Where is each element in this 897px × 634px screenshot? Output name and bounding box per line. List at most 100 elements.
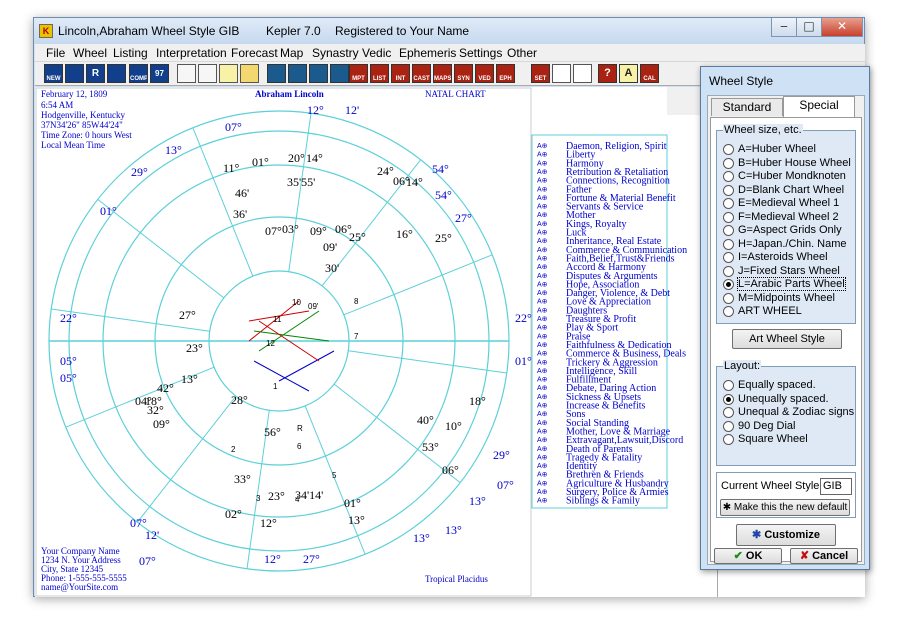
layout-option-zodiac[interactable]: Unequal & Zodiac signs — [723, 406, 854, 418]
toolbar-list-button[interactable]: LIST — [370, 64, 389, 83]
default-button[interactable]: ✱ Make this the new default — [720, 499, 850, 516]
radio-icon[interactable] — [723, 252, 734, 263]
radio-icon[interactable] — [723, 407, 734, 418]
radio-icon[interactable] — [723, 171, 734, 182]
toolbar-ved-button[interactable]: VED — [475, 64, 494, 83]
toolbar-eph-button[interactable]: EPH — [496, 64, 515, 83]
menu-synastry[interactable]: Synastry — [312, 46, 359, 60]
tab-special[interactable]: Special — [783, 96, 855, 118]
cusp-degree: 12° — [264, 552, 281, 566]
layout-option-unequal[interactable]: Unequally spaced. — [723, 393, 829, 405]
title-bar[interactable]: K Lincoln,Abraham Wheel Style GIB Kepler… — [34, 18, 864, 44]
house-number: 09' — [308, 302, 319, 311]
toolbar-mpt-button[interactable]: MPT — [349, 64, 368, 83]
toolbar-syn-button[interactable]: SYN — [454, 64, 473, 83]
radio-icon[interactable] — [723, 158, 734, 169]
radio-icon[interactable] — [723, 394, 734, 405]
radio-icon[interactable] — [723, 144, 734, 155]
wheel-option-m[interactable]: M=Midpoints Wheel — [723, 292, 835, 304]
part-symbol: A⊕ — [537, 290, 548, 297]
wheel-option-f[interactable]: F=Medieval Wheel 2 — [723, 211, 839, 223]
toolbar-comp-button[interactable]: COMP — [129, 64, 148, 83]
toolbar-num-button[interactable]: 97 — [150, 64, 169, 83]
wheel-option-h[interactable]: H=Japan./Chin. Name — [723, 238, 847, 250]
wheel-option-e[interactable]: E=Medieval Wheel 1 — [723, 197, 839, 209]
menu-forecast[interactable]: Forecast — [231, 46, 278, 60]
toolbar-open-button[interactable] — [177, 64, 196, 83]
art-wheel-style-button[interactable]: Art Wheel Style — [732, 329, 842, 349]
toolbar-wheel2-button[interactable] — [288, 64, 307, 83]
radio-icon[interactable] — [723, 380, 734, 391]
menu-interpretation[interactable]: Interpretation — [156, 46, 227, 60]
part-symbol: A⊕ — [537, 195, 548, 202]
wheel-option-j[interactable]: J=Fixed Stars Wheel — [723, 265, 840, 277]
wheel-option-l[interactable]: L=Arabic Parts Wheel — [723, 277, 846, 291]
menu-settings[interactable]: Settings — [459, 46, 502, 60]
ok-button[interactable]: ✔ OK — [714, 548, 782, 564]
radio-icon[interactable] — [723, 185, 734, 196]
radio-icon[interactable] — [723, 239, 734, 250]
radio-icon[interactable] — [723, 225, 734, 236]
current-style-input[interactable]: GIB — [820, 478, 852, 495]
menu-other[interactable]: Other — [507, 46, 537, 60]
toolbar-wheel1-button[interactable] — [267, 64, 286, 83]
part-symbol: A⊕ — [537, 152, 548, 159]
part-symbol: A⊕ — [537, 377, 548, 384]
menu-listing[interactable]: Listing — [113, 46, 148, 60]
help-button[interactable]: ? — [598, 64, 617, 83]
toolbar-cast-button[interactable]: CAST — [412, 64, 431, 83]
toolbar-sky-button[interactable] — [65, 64, 84, 83]
close-button[interactable]: ✕ — [821, 18, 863, 37]
planet-degree: 06° — [442, 463, 459, 477]
clock-icon[interactable] — [552, 64, 571, 83]
wheel-option-i[interactable]: I=Asteroids Wheel — [723, 251, 828, 263]
menu-vedic[interactable]: Vedic — [362, 46, 391, 60]
planet-degree: 25° — [435, 231, 452, 245]
radio-icon[interactable] — [723, 212, 734, 223]
toolbar-cal-button[interactable]: CAL — [640, 64, 659, 83]
radio-icon[interactable] — [723, 306, 734, 317]
toolbar-print-button[interactable] — [219, 64, 238, 83]
part-symbol: A⊕ — [537, 247, 548, 254]
tab-standard[interactable]: Standard — [711, 98, 783, 116]
app-icon[interactable]: K — [39, 24, 53, 38]
layout-option-equal[interactable]: Equally spaced. — [723, 379, 816, 391]
layout-option-90deg[interactable]: 90 Deg Dial — [723, 420, 795, 432]
menu-map[interactable]: Map — [280, 46, 303, 60]
cusp-degree: 05° — [60, 371, 77, 385]
toolbar-r-button[interactable]: R — [86, 64, 105, 83]
layout-option-square[interactable]: Square Wheel — [723, 433, 808, 445]
wheel-option-a[interactable]: A=Huber Wheel — [723, 143, 816, 155]
toolbar-wheel3-button[interactable] — [309, 64, 328, 83]
part-symbol: A⊕ — [537, 333, 548, 340]
toolbar-star-button[interactable] — [107, 64, 126, 83]
toolbar-a-button[interactable]: A — [619, 64, 638, 83]
toolbar-int-button[interactable]: INT — [391, 64, 410, 83]
menu-wheel[interactable]: Wheel — [73, 46, 107, 60]
toolbar-maps-button[interactable]: MAPS — [433, 64, 452, 83]
wheel-option-art[interactable]: ART WHEEL — [723, 305, 802, 317]
toolbar-note-button[interactable] — [240, 64, 259, 83]
wheel-option-c[interactable]: C=Huber Mondknoten — [723, 170, 846, 182]
wheel-option-d[interactable]: D=Blank Chart Wheel — [723, 184, 844, 196]
toolbar-set-button[interactable]: SET — [531, 64, 550, 83]
menu-file[interactable]: File — [46, 46, 65, 60]
wheel-option-g[interactable]: G=Aspect Grids Only — [723, 224, 842, 236]
play-icon[interactable] — [573, 64, 592, 83]
radio-icon[interactable] — [723, 279, 734, 290]
toolbar-new-button[interactable]: NEW — [44, 64, 63, 83]
radio-icon[interactable] — [723, 434, 734, 445]
minimize-button[interactable]: ‒ — [771, 18, 797, 37]
menu-ephemeris[interactable]: Ephemeris — [399, 46, 456, 60]
radio-icon[interactable] — [723, 198, 734, 209]
cancel-button[interactable]: ✘ Cancel — [790, 548, 858, 564]
radio-icon[interactable] — [723, 421, 734, 432]
wheel-option-b[interactable]: B=Huber House Wheel — [723, 157, 851, 169]
maximize-button[interactable]: □ — [796, 18, 822, 37]
part-symbol: A⊕ — [537, 368, 548, 375]
radio-icon[interactable] — [723, 293, 734, 304]
radio-icon[interactable] — [723, 266, 734, 277]
toolbar-asp-button[interactable] — [330, 64, 349, 83]
customize-button[interactable]: ✱ Customize — [736, 524, 836, 546]
toolbar-save-button[interactable] — [198, 64, 217, 83]
